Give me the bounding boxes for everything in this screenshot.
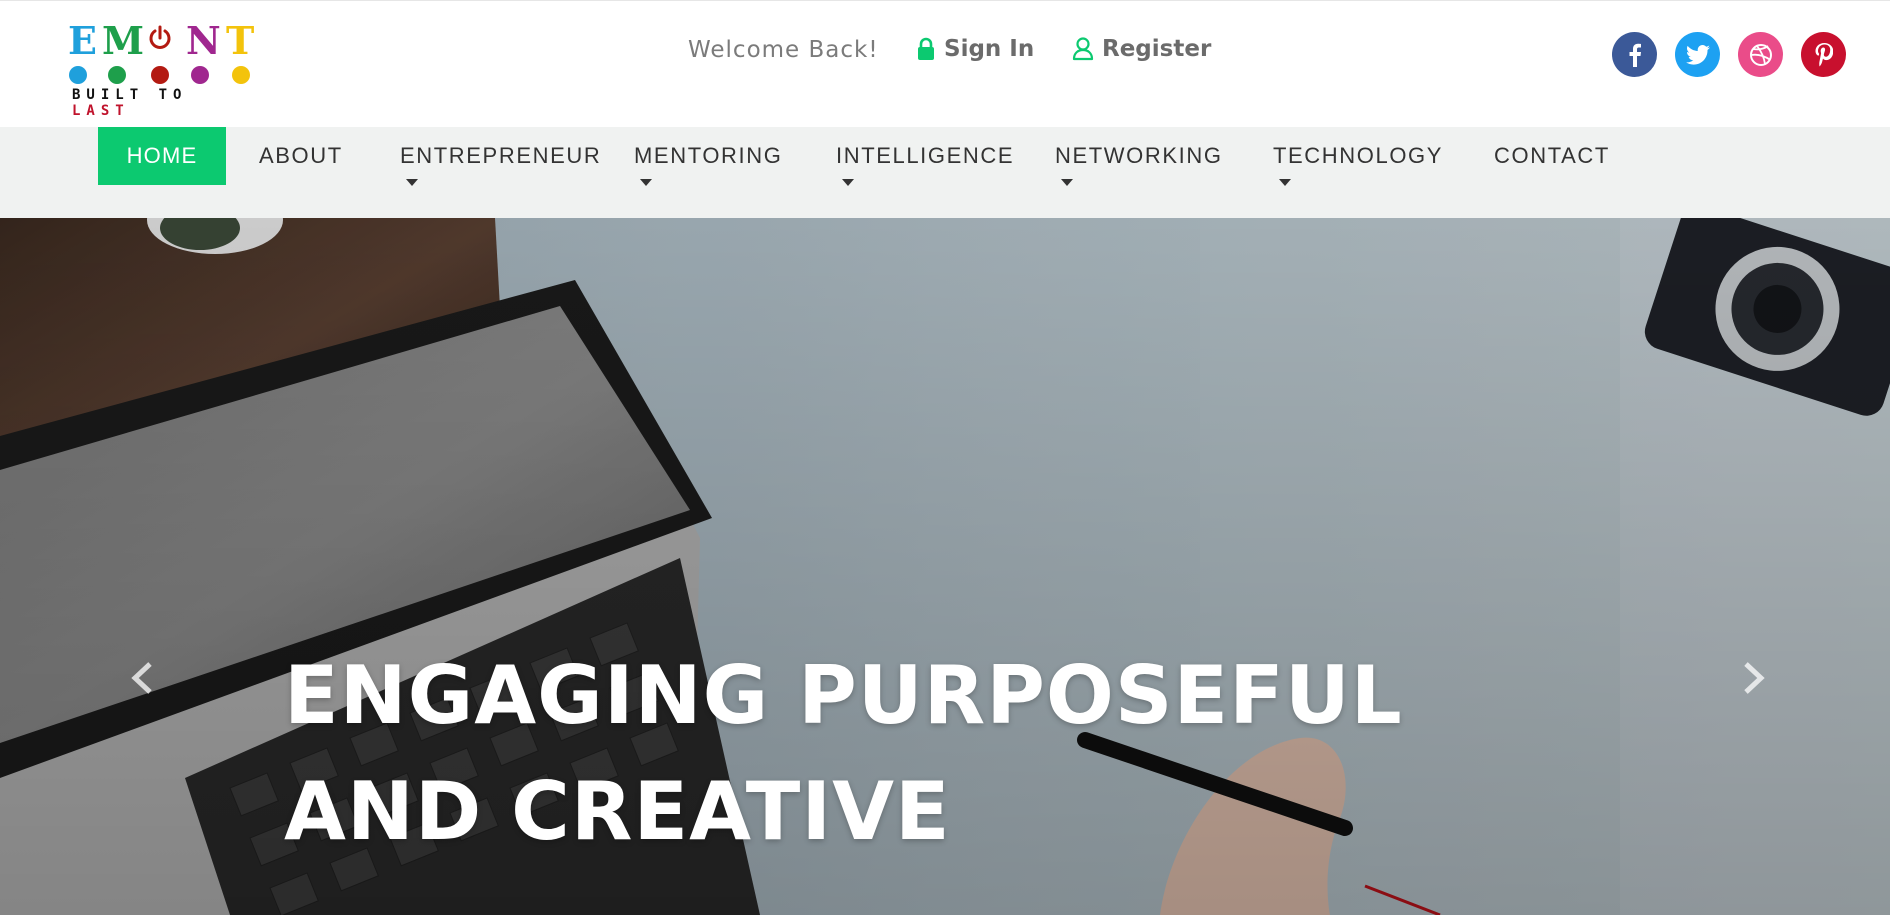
logo-letter-t: T xyxy=(226,18,255,63)
nav-about-label: ABOUT xyxy=(259,143,343,168)
hero-heading-line-2: AND CREATIVE xyxy=(284,765,951,858)
caret-down-icon xyxy=(1061,179,1073,186)
hero-heading-line-1: ENGAGING PURPOSEFUL xyxy=(284,649,1403,742)
logo-tagline-accent: LAST xyxy=(72,103,130,119)
nav-item-home[interactable]: HOME xyxy=(98,127,226,185)
dribbble-icon xyxy=(1749,43,1772,66)
top-header: E M N T BUILT TO LAST Welcome Back! Sign… xyxy=(0,0,1890,127)
nav-item-about[interactable]: ABOUT xyxy=(259,127,343,185)
logo-letter-m: M xyxy=(102,18,145,63)
nav-item-contact[interactable]: CONTACT xyxy=(1494,127,1610,185)
slider-next-button[interactable] xyxy=(1734,648,1774,708)
register-label: Register xyxy=(1102,36,1212,62)
caret-down-icon xyxy=(640,179,652,186)
chevron-right-icon xyxy=(1744,662,1765,694)
pinterest-button[interactable] xyxy=(1801,32,1846,77)
nav-item-entrepreneur[interactable]: ENTREPRENEUR xyxy=(400,127,602,186)
welcome-text: Welcome Back! xyxy=(688,37,879,63)
chevron-left-icon xyxy=(131,662,152,694)
hero-slider: ENGAGING PURPOSEFUL AND CREATIVE xyxy=(0,218,1890,915)
nav-item-intelligence[interactable]: INTELLIGENCE xyxy=(836,127,1015,186)
power-icon xyxy=(149,25,171,49)
caret-down-icon xyxy=(842,179,854,186)
nav-item-technology[interactable]: TECHNOLOGY xyxy=(1273,127,1444,186)
nav-home-label: HOME xyxy=(126,143,198,168)
sign-in-link[interactable]: Sign In xyxy=(916,36,1034,62)
logo-tagline-main: BUILT TO xyxy=(72,87,188,103)
nav-technology-label: TECHNOLOGY xyxy=(1273,143,1444,168)
sign-in-label: Sign In xyxy=(944,36,1035,62)
nav-item-networking[interactable]: NETWORKING xyxy=(1055,127,1223,186)
twitter-button[interactable] xyxy=(1675,32,1720,77)
logo-dot-yellow xyxy=(232,66,250,84)
logo-dot-purple xyxy=(191,66,209,84)
nav-intelligence-label: INTELLIGENCE xyxy=(836,143,1015,168)
logo-tagline: BUILT TO LAST xyxy=(72,87,256,119)
logo-letter-e: E xyxy=(68,18,97,63)
main-navigation: HOME ABOUT ENTREPRENEUR MENTORING INTELL… xyxy=(0,127,1890,218)
site-logo[interactable]: E M N T BUILT TO LAST xyxy=(66,19,256,120)
nav-mentoring-label: MENTORING xyxy=(634,143,783,168)
twitter-icon xyxy=(1685,44,1710,65)
logo-dot-green xyxy=(108,66,126,84)
logo-letter-n: N xyxy=(186,18,221,63)
pinterest-icon xyxy=(1815,42,1833,66)
nav-entrepreneur-label: ENTREPRENEUR xyxy=(400,143,602,168)
logo-dot-red xyxy=(151,66,169,84)
slider-prev-button[interactable] xyxy=(122,648,162,708)
caret-down-icon xyxy=(406,179,418,186)
dribbble-button[interactable] xyxy=(1738,32,1783,77)
facebook-icon xyxy=(1629,43,1641,67)
caret-down-icon xyxy=(1279,179,1291,186)
nav-networking-label: NETWORKING xyxy=(1055,143,1223,168)
hero-heading: ENGAGING PURPOSEFUL AND CREATIVE xyxy=(284,638,1484,870)
logo-wordmark: E M N T xyxy=(66,19,256,63)
nav-contact-label: CONTACT xyxy=(1494,143,1610,168)
logo-dot-blue xyxy=(69,66,87,84)
user-icon xyxy=(1072,37,1094,61)
register-link[interactable]: Register xyxy=(1072,36,1211,62)
lock-icon xyxy=(918,37,934,60)
facebook-button[interactable] xyxy=(1612,32,1657,77)
nav-item-mentoring[interactable]: MENTORING xyxy=(634,127,783,186)
